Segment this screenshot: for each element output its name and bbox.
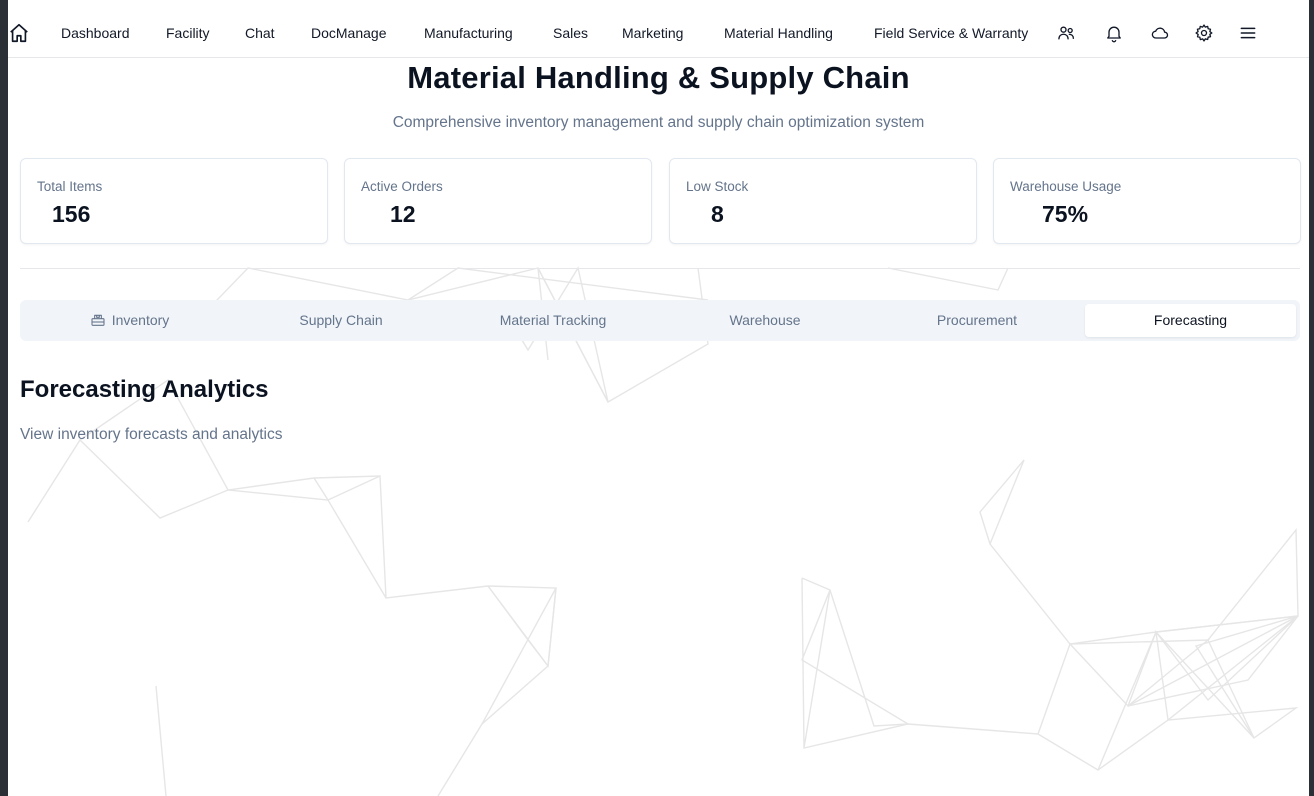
section-title: Forecasting Analytics [20,376,269,403]
main-content: Material Handling & Supply Chain Compreh… [8,58,1309,796]
bell-icon[interactable] [1104,23,1124,43]
tab-label: Procurement [936,312,1018,328]
nav-item-marketing[interactable]: Marketing [622,24,683,42]
tab-label: Warehouse [729,312,801,328]
tab-label: Supply Chain [299,312,383,328]
page-title: Material Handling & Supply Chain [407,60,910,95]
nav-item-manufacturing[interactable]: Manufacturing [424,24,513,42]
tab-label: Forecasting [1153,312,1228,328]
gear-icon[interactable] [1194,23,1214,43]
stat-label: Active Orders [361,179,443,194]
nav-item-facility[interactable]: Facility [166,24,210,42]
stat-card-low-stock: Low Stock 8 [669,158,977,244]
menu-icon[interactable] [1238,23,1258,43]
section-divider [20,268,1300,269]
app-window: Dashboard Facility Chat DocManage Manufa… [8,0,1309,796]
tab-label: Material Tracking [499,312,607,328]
tab-inventory[interactable]: Inventory [24,304,235,337]
tab-supply-chain[interactable]: Supply Chain [235,304,447,337]
section-subtitle: View inventory forecasts and analytics [20,426,283,443]
package-icon [90,307,106,326]
tab-material-tracking[interactable]: Material Tracking [447,304,659,337]
nav-item-chat[interactable]: Chat [245,24,275,42]
top-navigation: Dashboard Facility Chat DocManage Manufa… [8,0,1309,58]
stat-card-warehouse-usage: Warehouse Usage 75% [993,158,1301,244]
stat-value: 12 [390,201,416,227]
stat-label: Total Items [37,179,103,194]
nav-item-field-service-warranty[interactable]: Field Service & Warranty [874,24,1028,42]
users-icon[interactable] [1056,23,1076,43]
stat-label: Low Stock [686,179,749,194]
stat-value: 156 [52,201,91,227]
tab-warehouse[interactable]: Warehouse [659,304,871,337]
stat-value: 8 [711,201,724,227]
tab-procurement[interactable]: Procurement [871,304,1083,337]
nav-item-dashboard[interactable]: Dashboard [61,24,130,42]
home-icon[interactable] [8,22,30,44]
nav-item-sales[interactable]: Sales [553,24,588,42]
tab-label: Inventory [111,312,170,328]
cloud-icon[interactable] [1150,23,1170,43]
nav-item-material-handling[interactable]: Material Handling [724,24,833,42]
stat-label: Warehouse Usage [1010,179,1122,194]
stat-card-total-items: Total Items 156 [20,158,328,244]
stat-value: 75% [1042,201,1089,227]
tab-bar: Inventory Supply Chain Material Tracking… [20,300,1300,341]
page-subtitle: Comprehensive inventory management and s… [392,114,925,131]
nav-item-docmanage[interactable]: DocManage [311,24,387,42]
stat-card-active-orders: Active Orders 12 [344,158,652,244]
tab-forecasting[interactable]: Forecasting [1085,304,1296,337]
